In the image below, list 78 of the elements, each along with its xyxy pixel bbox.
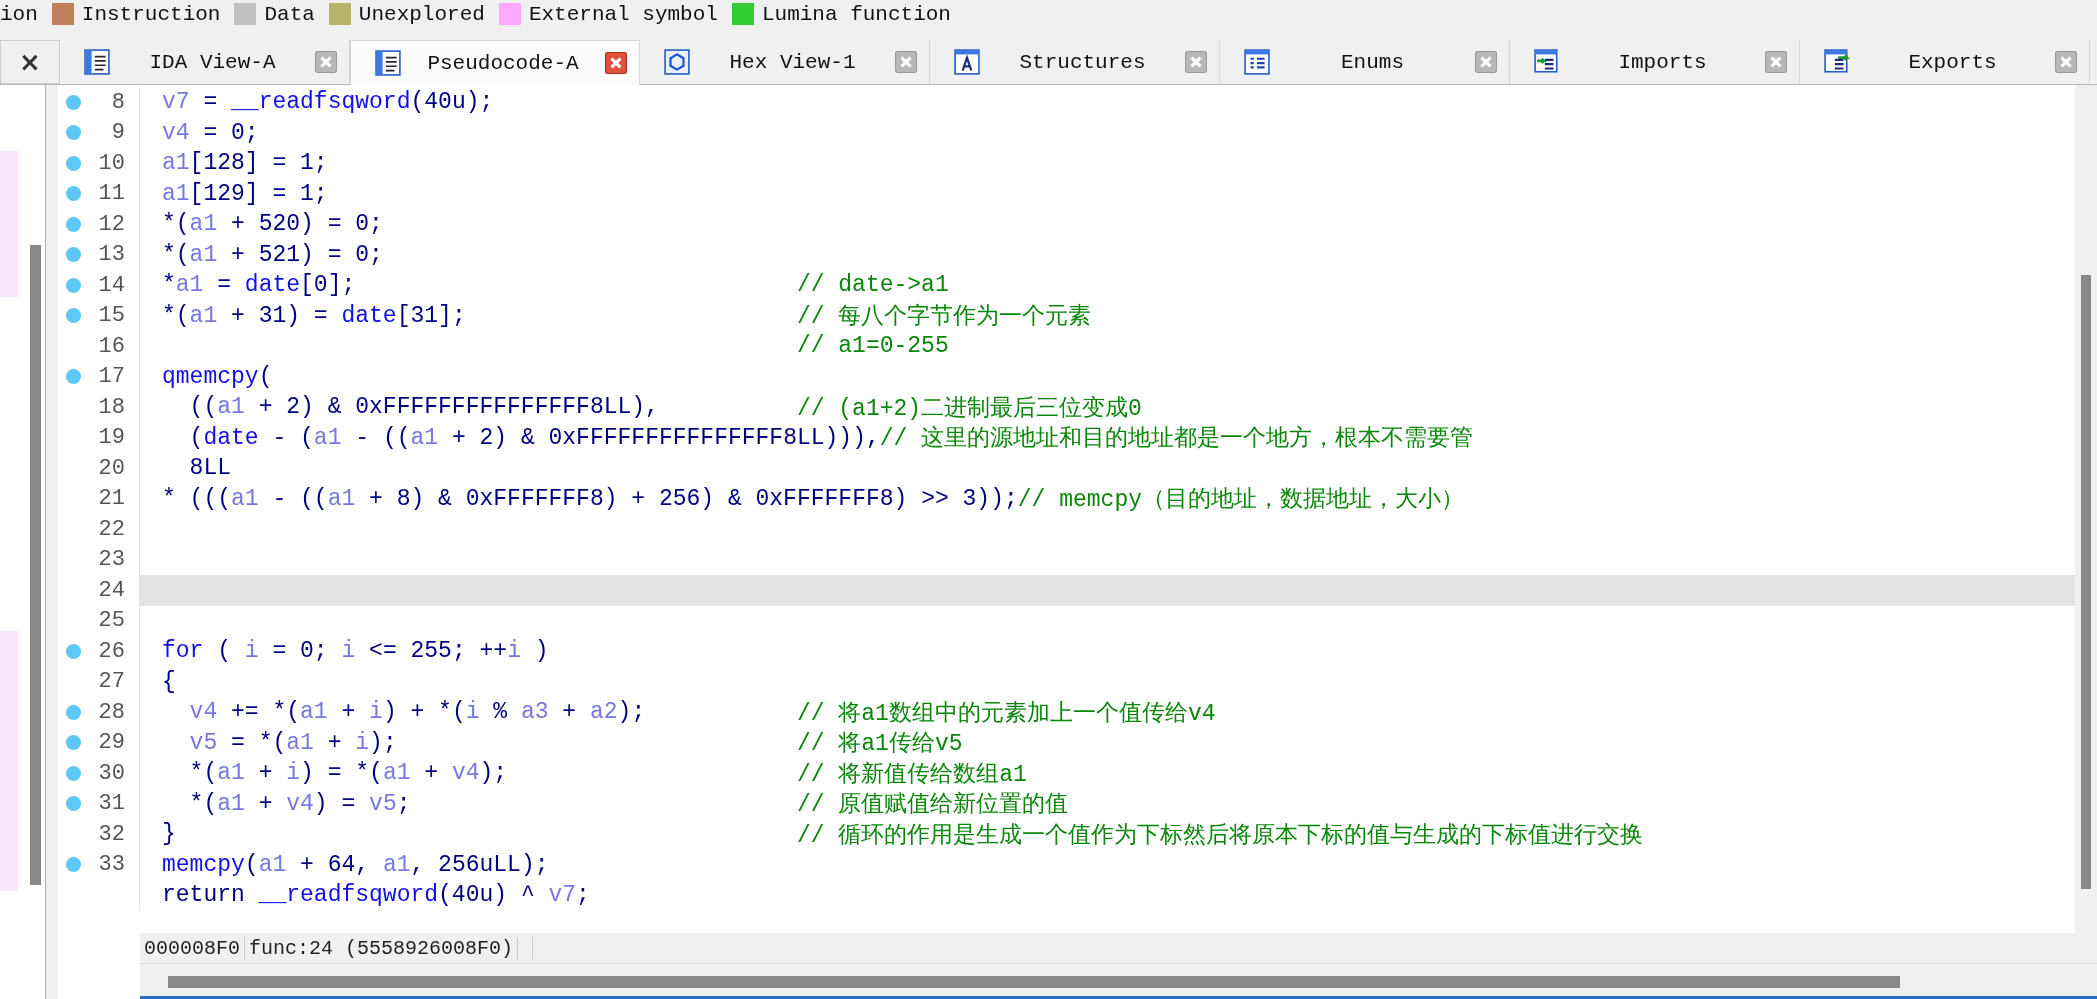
status-field: func:24 (5558926008F0): [245, 936, 519, 960]
code-comment: // a1=0-255: [796, 333, 949, 360]
legend-label: Unexplored: [358, 2, 485, 26]
structure-icon: [954, 49, 980, 75]
code-comment: // 每八个字节作为一个元素: [796, 302, 1092, 332]
line-number: 10: [97, 150, 126, 176]
line-number: 27: [97, 669, 126, 695]
code-comment: // (a1+2)二进制最后三位变成0: [796, 394, 1142, 423]
legend-label: ion: [0, 2, 38, 26]
scrollbar-thumb[interactable]: [30, 245, 41, 885]
code-text: qmemcpy(: [162, 363, 273, 390]
line-number: 14: [97, 272, 126, 298]
code-text: 8LL: [188, 455, 231, 482]
line-number: 20: [97, 455, 126, 481]
line-number: 22: [97, 516, 126, 542]
line-number: 33: [97, 852, 126, 878]
legend-label: Instruction: [81, 2, 221, 26]
scrollbar-thumb[interactable]: [2081, 275, 2091, 889]
code-text: v4 += *(a1 + i) + *(i % a3 + a2);: [188, 699, 647, 726]
line-number: 23: [97, 547, 126, 573]
line-number: 13: [97, 242, 126, 268]
code-text: ((a1 + 2) & 0xFFFFFFFFFFFFFFF8LL),: [188, 394, 660, 421]
code-comment: // 将新值传给数组a1: [796, 760, 1027, 789]
code-comment: // date->a1: [796, 272, 949, 299]
close-icon[interactable]: [605, 52, 627, 74]
code-comment: // 将a1传给v5: [796, 730, 963, 759]
code-text: *(a1 + i) = *(a1 + v4);: [188, 760, 509, 787]
code-text: *(a1 + 31) = date[31];: [162, 302, 467, 329]
legend-label: External symbol: [528, 2, 718, 26]
code-text: memcpy(a1 + 64, a1, 256uLL);: [162, 851, 549, 878]
code-text: v7 = __readfsqword(40u);: [162, 89, 494, 116]
line-number: 24: [97, 577, 126, 603]
code-text: a1[129] = 1;: [162, 180, 328, 207]
code-comment: // 原值赋值给新位置的值: [796, 790, 1069, 820]
code-text: *(a1 + 521) = 0;: [162, 241, 383, 268]
line-number: 16: [97, 333, 126, 359]
tab[interactable]: Pseudocode-A: [350, 40, 640, 85]
line-number: 26: [97, 638, 126, 664]
line-number: 30: [97, 760, 126, 786]
line-number: 12: [97, 211, 126, 237]
code-text: }: [162, 821, 177, 848]
line-number: 18: [97, 394, 126, 420]
code-text: a1[128] = 1;: [162, 150, 328, 177]
code-comment: // 将a1数组中的元素加上一个值传给v4: [796, 699, 1216, 728]
document-icon: [375, 50, 401, 76]
line-number: 11: [97, 181, 126, 207]
code-text: return __readfsqword(40u) ^ v7;: [162, 882, 590, 909]
line-number: 9: [110, 120, 126, 146]
scrollbar-thumb[interactable]: [168, 976, 1900, 988]
code-comment: // memcpy（目的地址，数据地址，大小）: [1017, 486, 1464, 515]
line-number: 8: [110, 89, 126, 115]
code-text: *(a1 + 520) = 0;: [162, 211, 383, 238]
line-number: 32: [97, 821, 126, 847]
line-number: 31: [97, 791, 126, 817]
status-field: 000008F0: [140, 936, 245, 960]
document-icon: [84, 49, 110, 75]
export-icon: [1824, 49, 1850, 75]
list-icon: [1244, 49, 1270, 75]
code-text: v4 = 0;: [162, 119, 259, 146]
code-comment: // 这里的源地址和目的地址都是一个地方，根本不需要管: [879, 424, 1474, 454]
code-text: for ( i = 0; i <= 255; ++i ): [162, 638, 549, 665]
code-text: *a1 = date[0];: [162, 272, 357, 299]
legend-label: Lumina function: [761, 2, 951, 26]
line-number: 21: [97, 486, 126, 512]
line-number: 28: [97, 699, 126, 725]
code-text: (date - (a1 - ((a1 + 2) & 0xFFFFFFFFFFFFFFF8LL))),: [188, 424, 880, 451]
line-number: 15: [97, 303, 126, 329]
line-number: 19: [97, 425, 126, 451]
code-text: * (((a1 - ((a1 + 8) & 0xFFFFFFF8) + 256) & 0xFFFFFFF8) >> 3));: [162, 485, 1018, 512]
line-number: 17: [97, 364, 126, 390]
code-text: *(a1 + v4) = v5;: [188, 790, 412, 817]
code-text: v5 = *(a1 + i);: [188, 729, 398, 756]
line-number: 29: [97, 730, 126, 756]
legend-label: Data: [264, 2, 315, 26]
code-text: {: [162, 668, 176, 695]
import-icon: [1534, 49, 1560, 75]
code-comment: // 循环的作用是生成一个值作为下标然后将原本下标的值与生成的下标值进行交换: [796, 821, 1644, 850]
line-number: 25: [97, 608, 126, 634]
